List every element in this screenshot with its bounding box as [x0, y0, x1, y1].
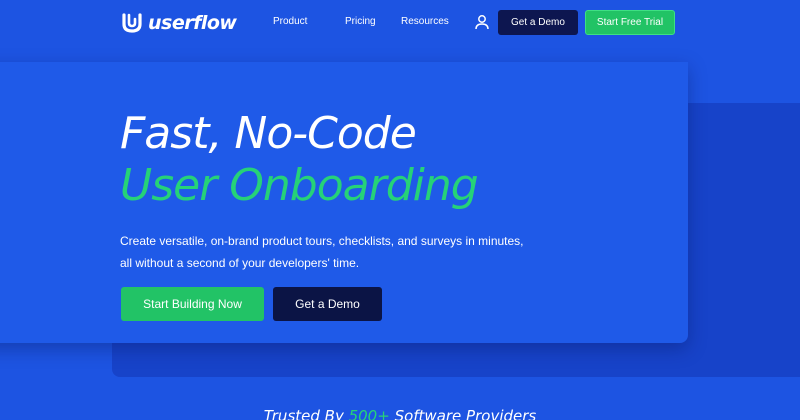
- nav-link-resources[interactable]: Resources: [401, 16, 449, 27]
- hero-subtitle: Create versatile, on-brand product tours…: [120, 230, 540, 274]
- trusted-by-heading: Trusted By 500+ Software Providers: [0, 407, 800, 420]
- trusted-count: 500+: [348, 407, 390, 420]
- start-building-button[interactable]: Start Building Now: [121, 287, 264, 321]
- nav-get-demo-button[interactable]: Get a Demo: [498, 10, 578, 35]
- hero-title-line2: User Onboarding: [120, 160, 479, 211]
- user-icon[interactable]: [474, 14, 490, 30]
- logo-text: userflow: [148, 12, 237, 34]
- hero-subtitle-line2: all without a second of your developers'…: [120, 256, 360, 270]
- nav-start-trial-button[interactable]: Start Free Trial: [585, 10, 675, 35]
- trusted-suffix: Software Providers: [389, 407, 537, 420]
- page: userflow Product Pricing Resources Get a…: [0, 0, 800, 420]
- hero-subtitle-line1: Create versatile, on-brand product tours…: [120, 234, 524, 248]
- top-navigation: userflow Product Pricing Resources Get a…: [0, 0, 800, 46]
- hero-title-line1: Fast, No-Code: [120, 108, 417, 159]
- logo[interactable]: userflow: [120, 11, 237, 35]
- nav-link-pricing[interactable]: Pricing: [345, 16, 376, 27]
- hero-get-demo-button[interactable]: Get a Demo: [273, 287, 382, 321]
- trusted-prefix: Trusted By: [263, 407, 349, 420]
- nav-link-product[interactable]: Product: [273, 16, 307, 27]
- userflow-logo-icon: [120, 11, 144, 35]
